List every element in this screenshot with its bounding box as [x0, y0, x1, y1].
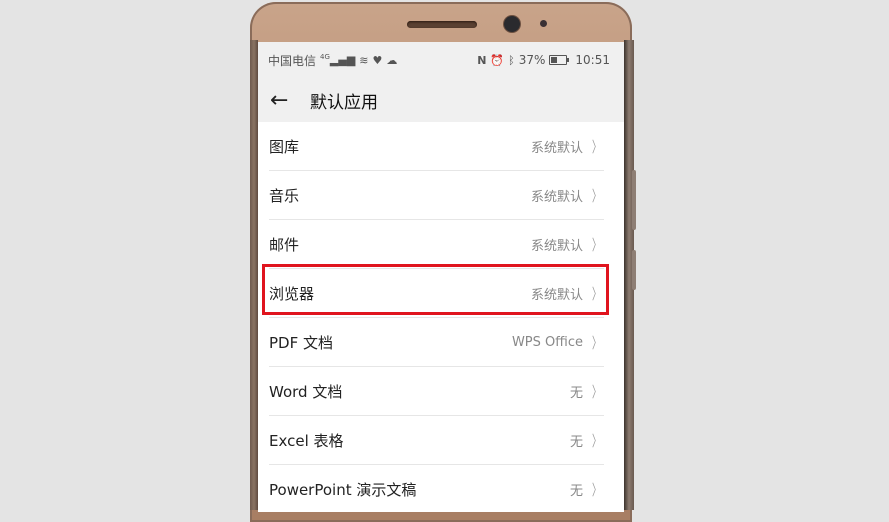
- row-value: WPS Office: [511, 335, 583, 350]
- chevron-right-icon: 〉: [591, 285, 601, 303]
- clock: 10:51: [575, 53, 610, 67]
- row-value: 系统默认: [530, 141, 583, 156]
- page-title: 默认应用: [310, 92, 378, 113]
- row-label: Word 文档: [269, 383, 343, 401]
- heart-icon: ♥: [372, 53, 383, 67]
- setting-row-email[interactable]: 邮件 系统默认〉: [258, 220, 624, 269]
- battery-percent: 37%: [518, 53, 546, 67]
- setting-row-word[interactable]: Word 文档 无〉: [258, 367, 624, 416]
- carrier-label: 中国电信: [268, 53, 317, 68]
- battery-icon: [549, 55, 570, 65]
- row-value: 系统默认: [530, 190, 583, 205]
- setting-row-excel[interactable]: Excel 表格 无〉: [258, 416, 624, 465]
- alarm-icon: ⏰: [490, 53, 505, 67]
- volume-button: [632, 170, 636, 230]
- battery-fill: [551, 57, 557, 63]
- row-value: 系统默认: [530, 239, 583, 254]
- default-apps-list: 图库 系统默认〉 音乐 系统默认〉 邮件 系统默认〉 浏览器 系统默认〉 PDF…: [258, 122, 624, 512]
- power-button: [632, 250, 636, 290]
- arrow-left-icon[interactable]: ←: [270, 88, 310, 113]
- setting-row-gallery[interactable]: 图库 系统默认〉: [258, 122, 624, 171]
- row-label: 音乐: [269, 187, 300, 205]
- chevron-right-icon: 〉: [591, 432, 601, 450]
- row-label: Excel 表格: [269, 432, 344, 450]
- chevron-right-icon: 〉: [591, 138, 601, 156]
- cloud-icon: ☁: [386, 53, 398, 67]
- setting-row-pdf[interactable]: PDF 文档 WPS Office 〉: [258, 318, 624, 367]
- setting-row-browser[interactable]: 浏览器 系统默认〉: [258, 269, 624, 318]
- row-value: 无: [569, 435, 583, 450]
- row-value: 无: [569, 484, 583, 499]
- setting-row-music[interactable]: 音乐 系统默认〉: [258, 171, 624, 220]
- status-bar: 中国电信 4G▂▄▆ ≋ ♥ ☁ N ⏰ ᛒ 37% 10:51: [258, 42, 624, 78]
- phone-edge-left: [250, 40, 258, 510]
- chevron-right-icon: 〉: [591, 334, 601, 352]
- row-label: 邮件: [269, 236, 300, 254]
- signal-icon: 4G▂▄▆: [320, 53, 356, 67]
- bluetooth-icon: ᛒ: [508, 53, 515, 67]
- row-label: PDF 文档: [269, 334, 333, 352]
- phone-screen: 中国电信 4G▂▄▆ ≋ ♥ ☁ N ⏰ ᛒ 37% 10:51 ← 默认应用 …: [258, 42, 624, 512]
- row-label: 图库: [269, 138, 300, 156]
- proximity-sensor: [540, 20, 547, 27]
- front-camera: [504, 16, 520, 32]
- app-bar: ← 默认应用: [258, 78, 624, 122]
- row-label: 浏览器: [269, 285, 315, 303]
- chevron-right-icon: 〉: [591, 236, 601, 254]
- chevron-right-icon: 〉: [591, 383, 601, 401]
- row-value: 无: [569, 386, 583, 401]
- row-label: PowerPoint 演示文稿: [269, 481, 417, 499]
- row-value: 系统默认: [530, 288, 583, 303]
- chevron-right-icon: 〉: [591, 481, 601, 499]
- chevron-right-icon: 〉: [591, 187, 601, 205]
- setting-row-powerpoint[interactable]: PowerPoint 演示文稿 无〉: [258, 465, 624, 512]
- wifi-icon: ≋: [359, 53, 369, 67]
- nfc-icon: N: [477, 53, 487, 67]
- earpiece-speaker: [407, 21, 477, 28]
